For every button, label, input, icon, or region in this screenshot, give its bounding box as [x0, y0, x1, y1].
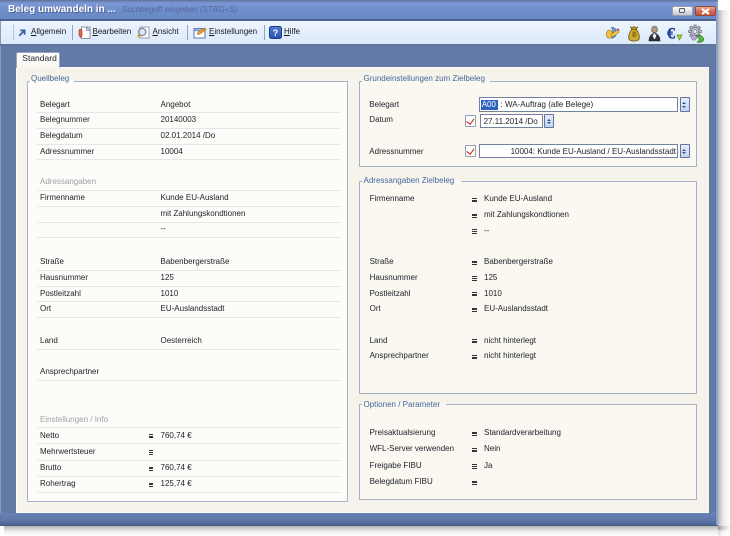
svg-text:€: €	[667, 26, 675, 43]
